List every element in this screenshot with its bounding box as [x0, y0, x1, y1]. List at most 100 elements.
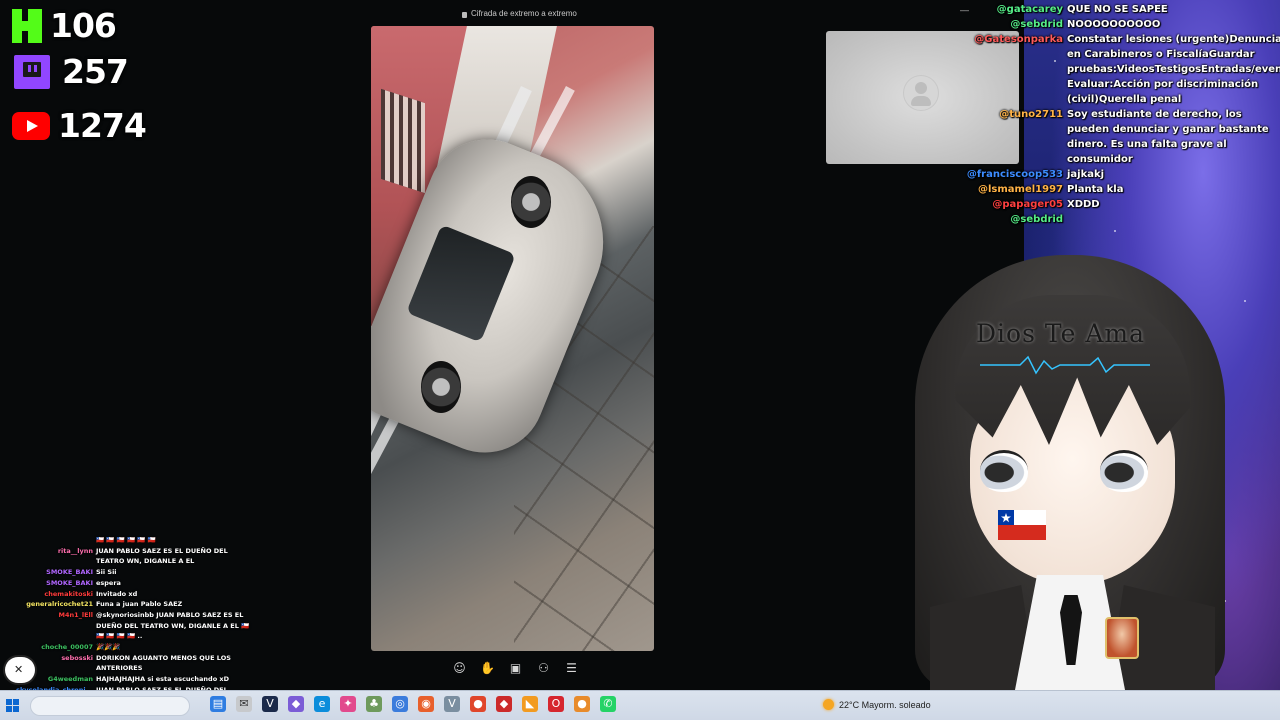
chat-message: SMOKE_BAKI Sii Sii — [10, 567, 250, 578]
chat-message: M4n1_lEll @skynoriosinbb JUAN PABLO SAEZ … — [10, 610, 250, 642]
chat-text: XDDD — [1067, 199, 1100, 210]
mail-icon[interactable]: ✉ — [236, 696, 252, 712]
call-controls: ☺ ✋ ▣ ⚇ ☰ — [452, 661, 579, 676]
chat-overlay-right: @gatacarey QUE NO SE SAPEE @sebdrid NOOOOOO… — [940, 2, 1280, 227]
chat-text: Constatar lesiones (urgente)Denunciar en… — [1067, 34, 1280, 105]
chrome-icon[interactable]: ● — [470, 696, 486, 712]
app-icon[interactable]: ◣ — [522, 696, 538, 712]
chat-username[interactable]: SMOKE_BAKI — [10, 567, 96, 578]
chat-username[interactable]: SMOKE_BAKI — [10, 578, 96, 589]
chat-message: @gatacarey QUE NO SE SAPEE — [940, 2, 1276, 17]
chat-username[interactable]: @sebdrid — [940, 212, 1067, 227]
chat-message: SMOKE_BAKI espera — [10, 578, 250, 589]
chat-message: @sebdrid NOOOOOOOOOO — [940, 17, 1276, 32]
start-button[interactable] — [6, 699, 19, 712]
twitch-icon — [14, 54, 50, 89]
chat-message: @Gatesonparka Constatar lesiones (urgente… — [940, 32, 1280, 107]
kick-viewer-count: 106 — [50, 6, 117, 45]
avatar-eye-right — [1100, 450, 1148, 492]
encryption-notice: Cifrada de extremo a extremo — [462, 9, 577, 18]
mute-toggle-button[interactable] — [5, 657, 35, 683]
chat-username[interactable]: generalricochet21 — [10, 599, 96, 610]
chat-text: 🇨🇱 🇨🇱 🇨🇱 🇨🇱 🇨🇱 🇨🇱 — [96, 536, 156, 544]
chat-message: generalricochet21 Funa a juan Pablo SAEZ — [10, 599, 250, 610]
chat-message: chemakitoski Invitado xd — [10, 589, 250, 600]
chat-text: jajkakj — [1067, 169, 1105, 180]
windows-taskbar: ▤ ✉ V ◆ e ✦ ♣ ◎ ◉ V ● ◆ ◣ O ● ✆ 22°C May… — [0, 690, 1280, 720]
remote-video-feed[interactable] — [371, 26, 654, 651]
avatar-eye-left — [980, 450, 1028, 492]
chat-username[interactable]: @franciscoop533 — [940, 167, 1067, 182]
vs-code-icon[interactable]: V — [262, 696, 278, 712]
chat-text: Planta kla — [1067, 184, 1124, 195]
youtube-viewer-count: 1274 — [58, 106, 147, 145]
opera-icon[interactable]: O — [548, 696, 564, 712]
chat-message: @sebdrid — [940, 212, 1276, 227]
chat-text: 🎉🎉🎉 — [96, 643, 121, 652]
more-icon[interactable]: ☰ — [564, 661, 579, 676]
wheel — [421, 361, 461, 413]
file-explorer-icon[interactable]: ▤ — [210, 696, 226, 712]
chat-message: @lsmamel1997 Planta kla — [940, 182, 1276, 197]
chat-message: @tuno2711 Soy estudiante de derecho, los … — [940, 107, 1276, 167]
chat-text: Soy estudiante de derecho, los pueden de… — [1067, 109, 1269, 165]
kick-icon — [12, 8, 42, 43]
twitch-viewer-counter: 257 — [14, 52, 129, 91]
screen-share-icon[interactable]: ▣ — [508, 661, 523, 676]
taskbar-apps: ▤ ✉ V ◆ e ✦ ♣ ◎ ◉ V ● ◆ ◣ O ● ✆ — [210, 696, 616, 712]
chat-username[interactable]: @lsmamel1997 — [940, 182, 1067, 197]
app-icon[interactable]: ✦ — [340, 696, 356, 712]
app-icon[interactable]: ♣ — [366, 696, 382, 712]
chat-text: DORIKON AGUANTO MENOS QUE LOS ANTERIORES — [96, 653, 231, 673]
chat-username[interactable]: choche_00007 — [10, 642, 96, 653]
youtube-viewer-counter: 1274 — [12, 106, 147, 145]
chat-message: 🇨🇱 🇨🇱 🇨🇱 🇨🇱 🇨🇱 🇨🇱 — [10, 535, 250, 546]
chat-message: rita__lynn JUAN PABLO SAEZ ES EL DUEÑO DE… — [10, 546, 250, 567]
edge-icon[interactable]: e — [314, 696, 330, 712]
chat-text: JUAN PABLO SAEZ ES EL DUEÑO DEL TEATRO W… — [96, 546, 228, 566]
app-icon[interactable]: ◆ — [496, 696, 512, 712]
emoji-icon[interactable]: ☺ — [452, 661, 467, 676]
chat-message: @franciscoop533 jajkakj — [940, 167, 1276, 182]
youtube-icon — [12, 111, 50, 140]
chat-text: HAJHAJHAJHA si esta escuchando xD — [96, 675, 230, 684]
forehead-text: Dios Te Ama — [976, 319, 1146, 348]
taskbar-search-box[interactable] — [30, 696, 190, 716]
chat-text: QUE NO SE SAPEE — [1067, 4, 1168, 15]
encryption-label: Cifrada de extremo a extremo — [471, 9, 577, 18]
chat-username[interactable]: @sebdrid — [940, 17, 1067, 32]
copilot-icon[interactable]: ◎ — [392, 696, 408, 712]
app-icon[interactable]: ◆ — [288, 696, 304, 712]
weather-text: 22°C Mayorm. soleado — [839, 699, 931, 710]
user-avatar-placeholder-icon — [903, 75, 939, 111]
chat-username[interactable]: @Gatesonparka — [940, 32, 1067, 107]
chat-text: @skynoriosinbb JUAN PABLO SAEZ ES EL DUE… — [96, 610, 250, 641]
chat-text: Sii Sii — [96, 568, 117, 577]
wheel — [511, 176, 551, 228]
vtuber-avatar: Dios Te Ama — [910, 255, 1230, 695]
sun-icon — [823, 699, 834, 710]
chat-message: @papager05 XDDD — [940, 197, 1276, 212]
chat-username[interactable] — [10, 535, 96, 546]
chat-username[interactable]: @tuno2711 — [940, 107, 1067, 167]
chat-username[interactable]: @papager05 — [940, 197, 1067, 212]
firefox-icon[interactable]: ◉ — [418, 696, 434, 712]
chat-message: G4weedman HAJHAJHAJHA si esta escuchando … — [10, 674, 250, 685]
chat-username[interactable]: rita__lynn — [10, 546, 96, 567]
chat-text: NOOOOOOOOOO — [1067, 19, 1161, 30]
chat-overlay-left: 🇨🇱 🇨🇱 🇨🇱 🇨🇱 🇨🇱 🇨🇱 rita__lynn JUAN PABLO SA… — [10, 535, 250, 706]
app-icon[interactable]: V — [444, 696, 460, 712]
chat-text: Invitado xd — [96, 589, 138, 598]
twitch-viewer-count: 257 — [62, 52, 129, 91]
sacred-heart-pin-icon — [1105, 617, 1139, 659]
whatsapp-icon[interactable]: ✆ — [600, 696, 616, 712]
chat-username[interactable]: M4n1_lEll — [10, 610, 96, 642]
hand-raise-icon[interactable]: ✋ — [480, 661, 495, 676]
add-person-icon[interactable]: ⚇ — [536, 661, 551, 676]
kick-viewer-counter: 106 — [12, 6, 117, 45]
chat-username[interactable]: @gatacarey — [940, 2, 1067, 17]
stream-screen: 106 257 1274 Cifrada de extremo a extrem… — [0, 0, 1280, 720]
weather-widget[interactable]: 22°C Mayorm. soleado — [823, 699, 931, 710]
chrome-canary-icon[interactable]: ● — [574, 696, 590, 712]
chat-username[interactable]: chemakitoski — [10, 589, 96, 600]
